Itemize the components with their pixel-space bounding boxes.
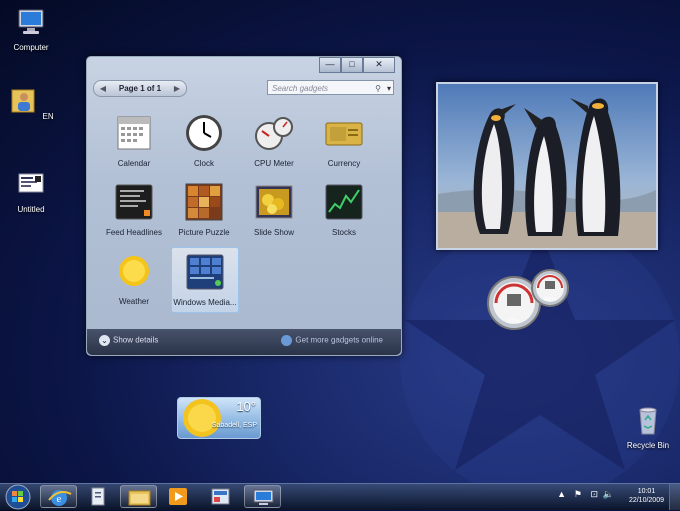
action-center-flag-icon[interactable]: ⚑: [574, 489, 582, 500]
gadget-label: Currency: [327, 159, 361, 168]
show-hidden-icons-icon[interactable]: ▲: [557, 489, 566, 499]
chevron-down-icon: ⌄: [99, 335, 110, 346]
cpu-meter-gadget[interactable]: 07% 46%: [486, 268, 570, 330]
clock-date: 22/10/2009: [628, 497, 664, 504]
weather-icon: [119, 256, 149, 286]
gadget-slide-show[interactable]: Slide Show: [241, 178, 307, 242]
svg-text:e: e: [57, 493, 62, 505]
gadget-label: CPU Meter: [254, 159, 294, 168]
gadget-currency[interactable]: Currency: [311, 109, 377, 173]
slide-show-icon: [255, 185, 293, 219]
get-more-label: Get more gadgets online: [295, 335, 383, 345]
document-icon: [18, 173, 44, 193]
gadget-label: Weather: [118, 297, 150, 306]
show-desktop-button[interactable]: [669, 484, 680, 510]
system-clock[interactable]: 10:01 22/10/2009: [629, 487, 664, 505]
user-folder-icon: [11, 89, 35, 113]
previous-page-icon[interactable]: ◀: [96, 81, 110, 96]
sun-icon: [183, 399, 221, 437]
computer-icon: [18, 9, 44, 34]
taskbar-explorer[interactable]: [120, 485, 157, 508]
taskbar-documents[interactable]: [80, 485, 117, 508]
clock-icon: [186, 115, 222, 151]
volume-icon[interactable]: 🔈: [603, 489, 614, 500]
gadget-label: Stocks: [331, 228, 356, 237]
get-more-gadgets-link[interactable]: Get more gadgets online: [281, 335, 383, 346]
desktop-icon-label: Recycle Bin: [626, 441, 670, 450]
slide-show-gadget[interactable]: [436, 82, 658, 250]
page-label: Page 1 of 1: [118, 84, 162, 93]
dropdown-arrow-icon[interactable]: ▾: [387, 81, 391, 96]
desktop-icon-untitled[interactable]: Untitled: [1, 168, 61, 214]
gadget-calendar[interactable]: Calendar: [101, 109, 167, 173]
stocks-icon: [325, 184, 363, 220]
clock-time: 10:01: [637, 488, 656, 495]
gadget-picture-puzzle[interactable]: Picture Puzzle: [171, 178, 237, 242]
taskbar-internet-explorer[interactable]: e: [40, 485, 77, 508]
start-orb-icon[interactable]: [5, 484, 31, 510]
picture-puzzle-icon: [185, 183, 223, 221]
recycle-bin-icon: [639, 407, 657, 435]
next-page-icon[interactable]: ▶: [170, 81, 184, 96]
weather-temperature: 10°: [236, 399, 256, 414]
feed-headlines-icon: [115, 184, 153, 220]
gadget-windows-media[interactable]: Windows Media...: [171, 247, 239, 313]
gadget-label: Picture Puzzle: [178, 228, 230, 237]
window-controls: — □ ✕: [319, 57, 395, 73]
weather-gadget[interactable]: 10° Sabadell, ESP: [177, 397, 261, 439]
taskbar-paint[interactable]: [202, 485, 239, 508]
desktop-icon-computer[interactable]: Computer: [1, 6, 61, 52]
page-navigator: ◀ Page 1 of 1 ▶: [93, 80, 187, 97]
taskbar: e ▲ ⚑ ⊡ 🔈 10:01 22/10/2009: [0, 483, 680, 510]
desktop-icon-recycle-bin[interactable]: Recycle Bin: [618, 404, 678, 450]
gadget-weather[interactable]: Weather: [101, 247, 167, 311]
memory-percent: 46%: [544, 297, 557, 303]
windows-media-icon: [186, 254, 224, 290]
gadget-feed-headlines[interactable]: Feed Headlines: [101, 178, 167, 242]
paint-icon: [211, 488, 230, 505]
gadget-clock[interactable]: Clock: [171, 109, 237, 173]
search-icon[interactable]: ⚲: [375, 81, 381, 96]
desktop-icon-en[interactable]: EN: [1, 84, 61, 121]
desktop-icon-label: Computer: [13, 43, 49, 52]
gadget-stocks[interactable]: Stocks: [311, 178, 377, 242]
gadget-label: Windows Media...: [173, 298, 237, 307]
media-player-icon: [169, 488, 187, 505]
currency-icon: [325, 122, 363, 146]
desktop-icon-label: Untitled: [17, 205, 45, 214]
globe-icon: [281, 335, 293, 346]
taskbar-remote-desktop[interactable]: [244, 485, 281, 508]
gadget-label: Clock: [193, 159, 214, 168]
cpu-meter-icon: [255, 117, 293, 150]
documents-icon: [91, 487, 105, 506]
remote-desktop-icon: [253, 489, 274, 505]
cpu-percent: 07%: [508, 319, 521, 325]
network-icon[interactable]: ⊡: [590, 489, 598, 500]
maximize-button[interactable]: □: [341, 57, 363, 73]
explorer-icon: [128, 490, 151, 506]
show-details-label: Show details: [113, 335, 159, 345]
search-placeholder: Search gadgets: [272, 84, 329, 93]
taskbar-media-player[interactable]: [160, 485, 197, 508]
penguins-photo: [438, 84, 656, 248]
minimize-button[interactable]: —: [319, 57, 341, 73]
gadget-cpu-meter[interactable]: CPU Meter: [241, 109, 307, 173]
search-gadgets-input[interactable]: Search gadgets ⚲ ▾: [267, 80, 394, 95]
gadget-label: Feed Headlines: [105, 228, 163, 237]
gadget-label: Slide Show: [253, 228, 295, 237]
weather-location: Sabadell, ESP: [211, 422, 257, 429]
show-details-button[interactable]: ⌄ Show details: [99, 335, 158, 346]
calendar-icon: [117, 116, 151, 150]
internet-explorer-icon: e: [48, 490, 72, 506]
desktop-icon-label: EN: [42, 112, 54, 121]
gadget-label: Calendar: [117, 159, 151, 168]
close-button[interactable]: ✕: [363, 57, 395, 73]
gadget-gallery-window[interactable]: — □ ✕ ◀ Page 1 of 1 ▶ Search gadgets ⚲ ▾…: [86, 56, 402, 356]
gallery-footer: ⌄ Show details Get more gadgets online: [87, 329, 401, 355]
